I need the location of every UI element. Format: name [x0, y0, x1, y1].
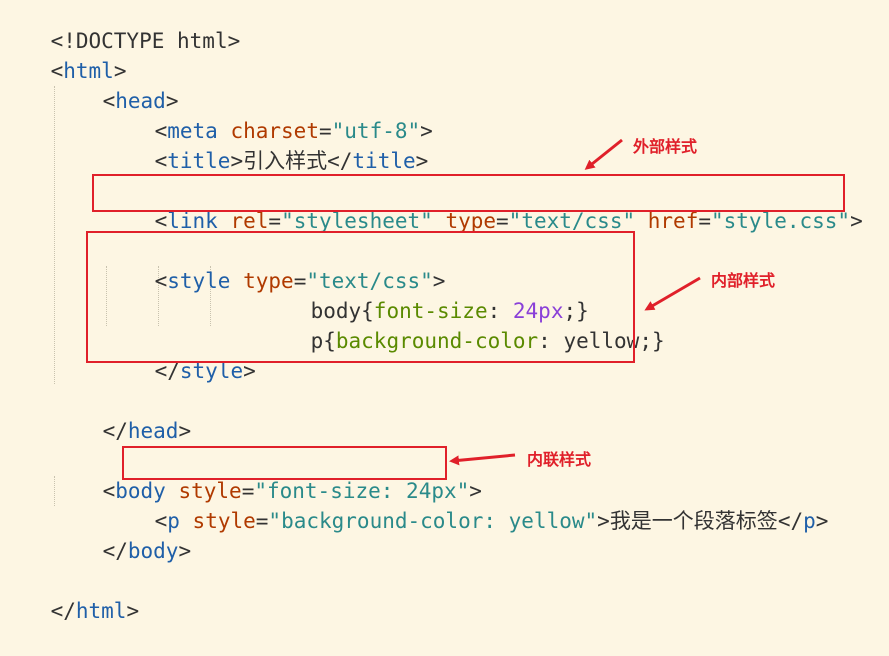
link-val-rel: "stylesheet"	[281, 209, 433, 233]
inline-style-highlight-box	[122, 446, 447, 480]
title-lt: <	[154, 149, 168, 173]
body-close-gt: >	[178, 539, 192, 563]
code-line-4: <meta charset="utf-8">	[104, 86, 433, 143]
code-line-5: <title>引入样式</title>	[104, 116, 429, 173]
inline-style-label: 内联样式	[527, 450, 592, 469]
title-text: 引入样式	[243, 149, 328, 173]
link-lt: <	[154, 209, 168, 233]
link-attr-href: href	[647, 209, 699, 233]
body-close-tag: body	[127, 539, 179, 563]
link-sp2	[433, 209, 446, 233]
code-line-body-close: </body>	[52, 506, 192, 563]
html-close-lt: </	[50, 599, 76, 623]
html-close-gt: >	[126, 599, 140, 623]
link-val-href: "style.css"	[711, 209, 851, 233]
p-close-lt: </	[777, 509, 804, 533]
link-sp3	[635, 209, 648, 233]
code-line-1: <!DOCTYPE html>	[0, 0, 241, 53]
code-line-head-close: </head>	[52, 386, 192, 443]
p-attr: style	[192, 509, 256, 533]
head-close-gt: >	[178, 419, 192, 443]
link-val-type: "text/css"	[508, 209, 636, 233]
head-close-lt: </	[102, 419, 128, 443]
link-gt: >	[850, 209, 863, 233]
p-gt: >	[597, 509, 610, 533]
link-eq3: =	[698, 209, 711, 233]
external-style-label: 外部样式	[633, 137, 698, 156]
body-close-lt: </	[102, 539, 128, 563]
link-attr-rel: rel	[230, 209, 269, 233]
code-line-html-close: </html>	[0, 566, 140, 623]
head-close-tag: head	[127, 419, 179, 443]
code-line-3: <head>	[52, 56, 179, 113]
title-close-lt: </	[327, 149, 353, 173]
internal-style-label: 内部样式	[711, 271, 776, 290]
external-style-highlight-box	[92, 174, 845, 212]
internal-style-highlight-box	[86, 231, 635, 363]
link-eq1: =	[268, 209, 282, 233]
p-val: "background-color: yellow"	[268, 509, 598, 533]
p-close-tag: p	[803, 509, 816, 533]
title-gt: >	[230, 149, 244, 173]
p-close-gt: >	[815, 509, 829, 533]
title-close-tag: title	[352, 149, 416, 173]
p-text: 我是一个段落标签	[609, 509, 778, 533]
html-close-tag: html	[75, 599, 127, 623]
title-close-gt: >	[415, 149, 429, 173]
title-tag: title	[167, 149, 231, 173]
code-line-p: <p style="background-color: yellow">我是一个…	[104, 476, 829, 533]
link-sp1	[218, 209, 231, 233]
link-eq2: =	[496, 209, 509, 233]
link-attr-type: type	[445, 209, 497, 233]
link-tag: link	[167, 209, 218, 233]
p-eq: =	[255, 509, 269, 533]
code-line-2: <html>	[0, 26, 127, 83]
